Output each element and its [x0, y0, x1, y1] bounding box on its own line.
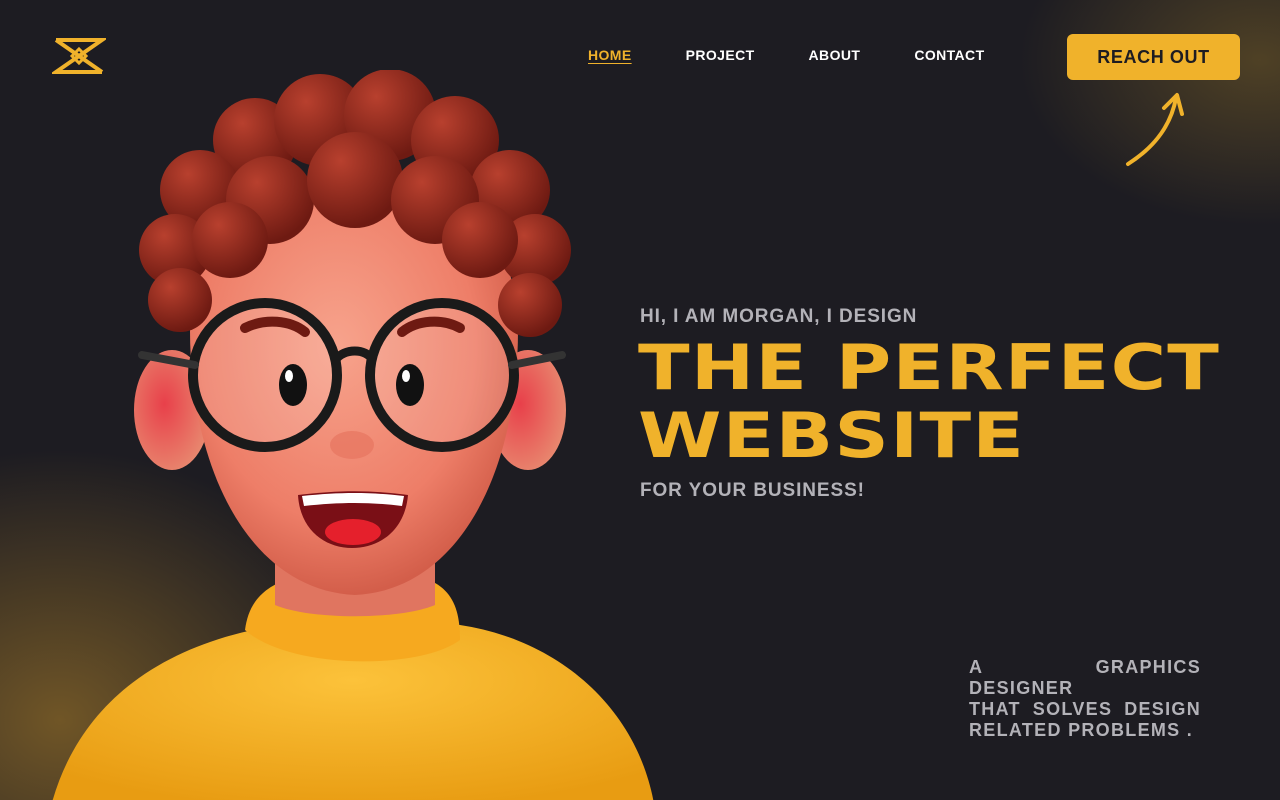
- tagline-line: THAT SOLVES DESIGN: [969, 699, 1201, 719]
- headline-line-2: WEBSITE: [638, 399, 1026, 472]
- hero-subline: FOR YOUR BUSINESS!: [640, 480, 865, 501]
- reach-out-button[interactable]: REACH OUT: [1067, 34, 1240, 80]
- nav-about[interactable]: ABOUT: [809, 46, 861, 64]
- nav-home[interactable]: HOME: [588, 46, 632, 64]
- main-nav: HOME PROJECT ABOUT CONTACT: [588, 46, 985, 64]
- curved-arrow-icon: [1126, 93, 1184, 166]
- nav-project[interactable]: PROJECT: [686, 46, 755, 64]
- headline-line-1: THE PERFECT: [638, 331, 1221, 404]
- nav-contact[interactable]: CONTACT: [914, 46, 984, 64]
- avatar-illustration: [52, 70, 654, 800]
- hero-headline: THE PERFECT WEBSITE: [638, 334, 1280, 470]
- tagline: A GRAPHICS DESIGNER THAT SOLVES DESIGN R…: [969, 657, 1201, 741]
- landing-page: HOME PROJECT ABOUT CONTACT REACH OUT HI,…: [0, 0, 1280, 800]
- hero-eyebrow: HI, I AM MORGAN, I DESIGN: [640, 306, 918, 327]
- tagline-line: RELATED PROBLEMS .: [969, 720, 1194, 740]
- tagline-line: A GRAPHICS DESIGNER: [969, 657, 1201, 698]
